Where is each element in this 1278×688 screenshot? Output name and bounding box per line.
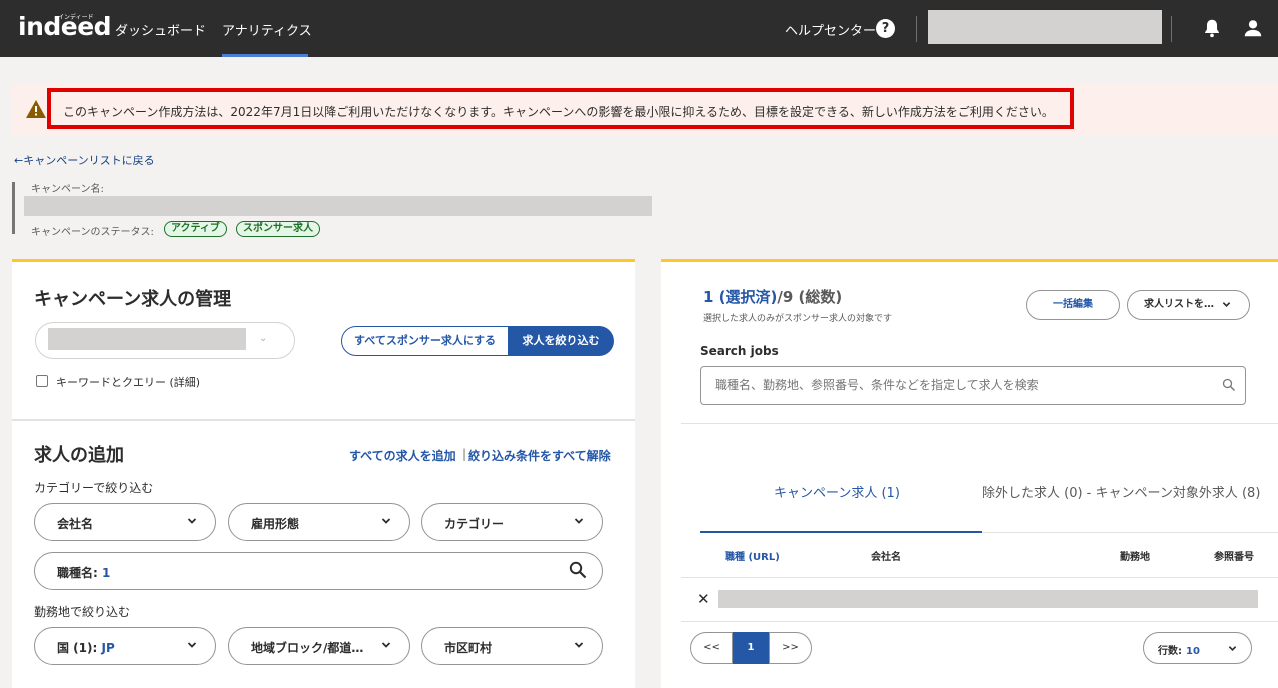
link-separator: | (462, 447, 467, 461)
account-selector[interactable] (928, 10, 1162, 44)
tab-campaign-jobs[interactable]: キャンペーン求人 (1) (774, 482, 900, 501)
nav-divider (916, 16, 917, 42)
location-filter-label: 勤務地で絞り込む (34, 605, 131, 619)
nav-analytics[interactable]: アナリティクス (222, 20, 312, 39)
category-filter-dropdown[interactable]: カテゴリー (421, 503, 603, 541)
column-header-title[interactable]: 職種 (URL) (725, 548, 780, 563)
add-all-jobs-link[interactable]: すべての求人を追加 (349, 447, 456, 464)
category-filter-label: カテゴリーで絞り込む (34, 481, 154, 495)
country-filter-value: JP (101, 641, 115, 655)
region-filter-dropdown[interactable]: 地域ブロック/都道… (228, 627, 410, 665)
total-count: /9 (総数) (777, 288, 843, 306)
company-filter-label: 会社名 (57, 517, 94, 531)
chevron-down-icon: ⌄ (259, 333, 268, 344)
alert-message: このキャンペーン作成方法は、2022年7月1日以降ご利用いただけなくなります。キ… (63, 105, 1054, 119)
region-filter-label: 地域ブロック/都道… (251, 641, 364, 655)
pager-page-1[interactable]: 1 (733, 632, 769, 664)
job-title-filter-label: 職種名: 1 (57, 566, 111, 580)
help-icon[interactable]: ? (876, 19, 895, 38)
logo-katakana: インディード (58, 14, 94, 21)
sponsor-all-jobs-button[interactable]: すべてスポンサー求人にする (341, 326, 509, 356)
job-list-menu-button[interactable]: 求人リストを… (1127, 290, 1250, 320)
pager-next-button[interactable]: >> (769, 632, 812, 664)
nav-divider (1171, 16, 1172, 42)
chevron-down-icon (574, 642, 584, 648)
job-title-filter-value: 1 (102, 566, 111, 580)
job-count-note: 選択した求人のみがスポンサー求人の対象です (703, 314, 893, 324)
chevron-down-icon (381, 642, 391, 648)
column-header-company: 会社名 (871, 552, 901, 563)
warning-icon (26, 100, 46, 118)
tab-excluded-jobs[interactable]: 除外した求人 (0) - キャンペーン対象外求人 (8) (982, 482, 1260, 501)
active-tab-indicator (700, 531, 982, 533)
status-badge-sponsored: スポンサー求人 (236, 221, 320, 237)
filter-jobs-button[interactable]: 求人を絞り込む (508, 326, 614, 356)
clear-all-filters-link[interactable]: 絞り込み条件をすべて解除 (468, 447, 611, 464)
nav-active-indicator (222, 54, 308, 57)
keyword-query-checkbox[interactable] (36, 375, 48, 387)
keyword-query-label: キーワードとクエリー (詳細) (56, 376, 201, 389)
nav-dashboard[interactable]: ダッシュボード (115, 20, 206, 39)
table-row (718, 590, 1258, 608)
manage-section-title: キャンペーン求人の管理 (34, 289, 232, 310)
column-header-reference: 参照番号 (1214, 552, 1254, 563)
search-jobs-input[interactable] (715, 378, 1195, 392)
search-icon[interactable] (1222, 378, 1236, 392)
campaign-name-value (24, 196, 652, 216)
column-header-location: 勤務地 (1120, 552, 1150, 563)
search-icon[interactable] (569, 561, 587, 579)
chevron-down-icon (187, 518, 197, 524)
campaign-status-label: キャンペーンのステータス: (31, 227, 154, 238)
campaign-name-label: キャンペーン名: (31, 184, 104, 195)
country-filter-label: 国 (1): JP (57, 641, 115, 655)
rows-per-page-value: 10 (1186, 646, 1200, 657)
employment-type-filter-label: 雇用形態 (251, 517, 300, 531)
rows-per-page-label: 行数: 10 (1158, 646, 1200, 657)
selected-count: 1 (選択済) (703, 288, 778, 306)
rows-per-page-dropdown[interactable]: 行数: 10 (1143, 632, 1252, 664)
chevron-down-icon (381, 518, 391, 524)
help-center-link[interactable]: ヘルプセンター (785, 20, 876, 39)
table-divider (681, 621, 1278, 622)
category-filter-dropdown-label: カテゴリー (444, 517, 505, 531)
job-title-filter-input[interactable]: 職種名: 1 (34, 552, 603, 590)
job-count: 1 (選択済)/9 (総数) (703, 286, 842, 307)
bell-icon[interactable] (1201, 17, 1223, 39)
city-filter-label: 市区町村 (444, 641, 493, 655)
search-jobs-label: Search jobs (700, 344, 779, 358)
back-to-campaign-list-link[interactable]: ←キャンペーンリストに戻る (14, 152, 155, 168)
status-badge-active: アクティブ (164, 221, 227, 237)
chevron-down-icon (1228, 646, 1237, 651)
campaign-info-accent-bar (12, 182, 15, 234)
user-icon[interactable] (1242, 17, 1264, 39)
employment-type-filter-dropdown[interactable]: 雇用形態 (228, 503, 410, 541)
city-filter-dropdown[interactable]: 市区町村 (421, 627, 603, 665)
tab-baseline (982, 532, 1278, 533)
remove-job-icon[interactable]: ✕ (697, 590, 710, 608)
chevron-down-icon (574, 518, 584, 524)
section-divider (12, 419, 635, 421)
job-source-dropdown-value (48, 328, 246, 350)
chevron-down-icon (187, 642, 197, 648)
search-jobs-field[interactable] (700, 366, 1246, 405)
table-divider (681, 577, 1278, 578)
bulk-edit-button[interactable]: 一括編集 (1026, 290, 1120, 320)
country-filter-dropdown[interactable]: 国 (1): JP (34, 627, 216, 665)
chevron-down-icon (1222, 302, 1231, 307)
section-divider (681, 423, 1278, 424)
company-filter-dropdown[interactable]: 会社名 (34, 503, 216, 541)
add-jobs-section-title: 求人の追加 (34, 445, 124, 466)
pager-previous-button[interactable]: << (690, 632, 733, 664)
